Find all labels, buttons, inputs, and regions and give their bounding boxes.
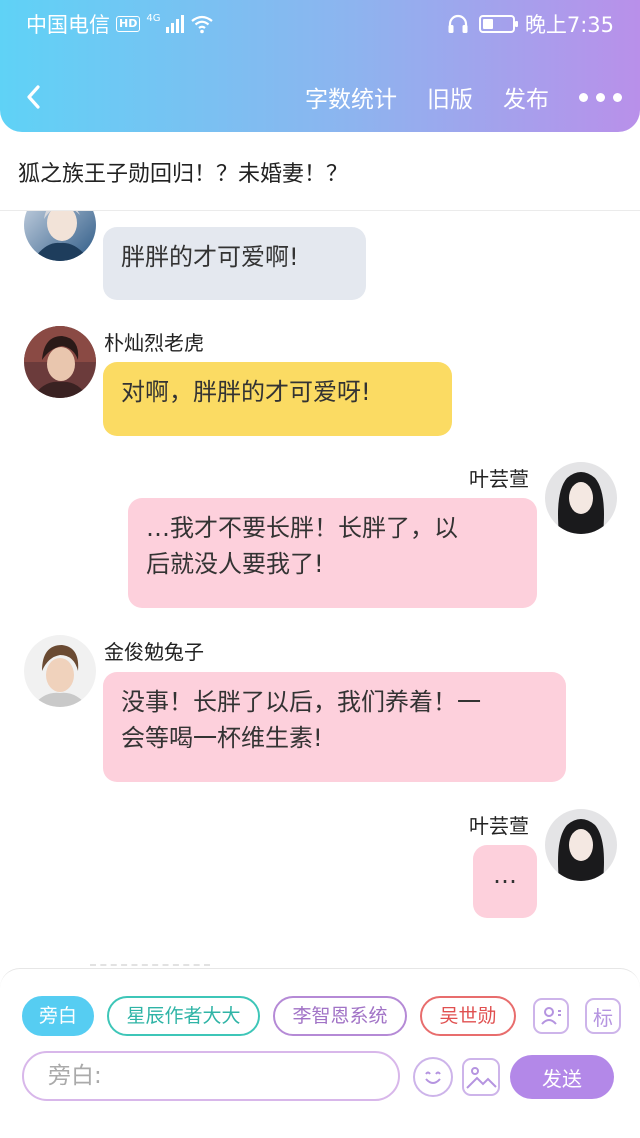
wifi-icon bbox=[191, 15, 214, 34]
role-chip-narration[interactable]: 旁白 bbox=[22, 996, 94, 1036]
person-card-icon[interactable] bbox=[533, 998, 569, 1034]
battery-icon bbox=[478, 15, 518, 33]
message-text: 胖胖的才可爱啊! bbox=[121, 243, 299, 271]
avatar[interactable] bbox=[24, 635, 96, 707]
carrier-label: 中国电信 bbox=[26, 13, 110, 37]
speaker-name: 金俊勉兔子 bbox=[104, 640, 204, 664]
message-text: … bbox=[493, 861, 517, 889]
mark-button[interactable]: 标 bbox=[585, 998, 621, 1034]
toolbar-actions: 字数统计 旧版 发布 bbox=[275, 80, 622, 114]
message-text-line: 没事！长胖了以后，我们养着！一 bbox=[121, 688, 481, 716]
old-version-button[interactable]: 旧版 bbox=[427, 80, 473, 114]
avatar[interactable] bbox=[545, 809, 617, 881]
status-right: 晚上7:35 bbox=[447, 9, 614, 39]
send-button[interactable]: 发送 bbox=[510, 1055, 614, 1099]
app-header: 中国电信 HD 4G 晚上7:35 字数统计 旧版 发布 bbox=[0, 0, 640, 132]
status-left: 中国电信 HD 4G bbox=[26, 9, 214, 39]
status-bar: 中国电信 HD 4G 晚上7:35 bbox=[0, 0, 640, 44]
story-title: 狐之族王子勋回归！？未婚妻！？ bbox=[18, 162, 349, 187]
hd-badge: HD bbox=[116, 16, 141, 32]
smiley-icon[interactable] bbox=[413, 1057, 453, 1097]
signal-icon bbox=[166, 15, 185, 33]
avatar[interactable] bbox=[24, 211, 96, 261]
speaker-name: 叶芸萱 bbox=[469, 467, 529, 491]
publish-button[interactable]: 发布 bbox=[503, 80, 549, 114]
chat-bubble[interactable]: …我才不要长胖！长胖了，以 后就没人要我了! bbox=[128, 498, 537, 608]
role-chip-author[interactable]: 星辰作者大大 bbox=[107, 996, 260, 1036]
bottom-strip bbox=[0, 1108, 640, 1138]
input-panel: 旁白 星辰作者大大 李智恩系统 吴世勋 标 发送 bbox=[0, 968, 640, 1108]
chat-bubble[interactable]: 对啊，胖胖的才可爱呀! bbox=[103, 362, 452, 436]
image-icon[interactable] bbox=[462, 1058, 500, 1096]
chat-area[interactable]: 胖胖的才可爱啊! 朴灿烈老虎 对啊，胖胖的才可爱呀! 叶芸萱 …我才不要长胖！长… bbox=[0, 211, 640, 968]
message-text-line: 会等喝一杯维生素! bbox=[121, 724, 323, 752]
toolbar: 字数统计 旧版 发布 bbox=[0, 72, 640, 122]
avatar[interactable] bbox=[545, 462, 617, 534]
message-text-line: …我才不要长胖！长胖了，以 bbox=[146, 514, 458, 542]
speaker-name: 叶芸萱 bbox=[469, 814, 529, 838]
avatar[interactable] bbox=[24, 326, 96, 398]
scroll-divider bbox=[90, 964, 210, 966]
clock: 晚上7:35 bbox=[524, 13, 614, 37]
chat-bubble[interactable]: 胖胖的才可爱啊! bbox=[103, 227, 366, 300]
network-type: 4G bbox=[146, 12, 161, 24]
message-input[interactable] bbox=[22, 1051, 400, 1101]
back-icon[interactable] bbox=[22, 82, 46, 112]
word-count-button[interactable]: 字数统计 bbox=[305, 80, 397, 114]
battery-fill bbox=[482, 19, 493, 29]
chat-bubble[interactable]: 没事！长胖了以后，我们养着！一 会等喝一杯维生素! bbox=[103, 672, 566, 782]
more-icon[interactable] bbox=[579, 82, 622, 112]
speaker-name: 朴灿烈老虎 bbox=[104, 331, 204, 355]
role-chip-system[interactable]: 李智恩系统 bbox=[273, 996, 407, 1036]
chat-bubble[interactable]: … bbox=[473, 845, 537, 918]
headphones-icon bbox=[448, 14, 468, 33]
message-text: 对啊，胖胖的才可爱呀! bbox=[121, 378, 371, 406]
role-chip-wu[interactable]: 吴世勋 bbox=[420, 996, 516, 1036]
message-text-line: 后就没人要我了! bbox=[146, 550, 324, 578]
